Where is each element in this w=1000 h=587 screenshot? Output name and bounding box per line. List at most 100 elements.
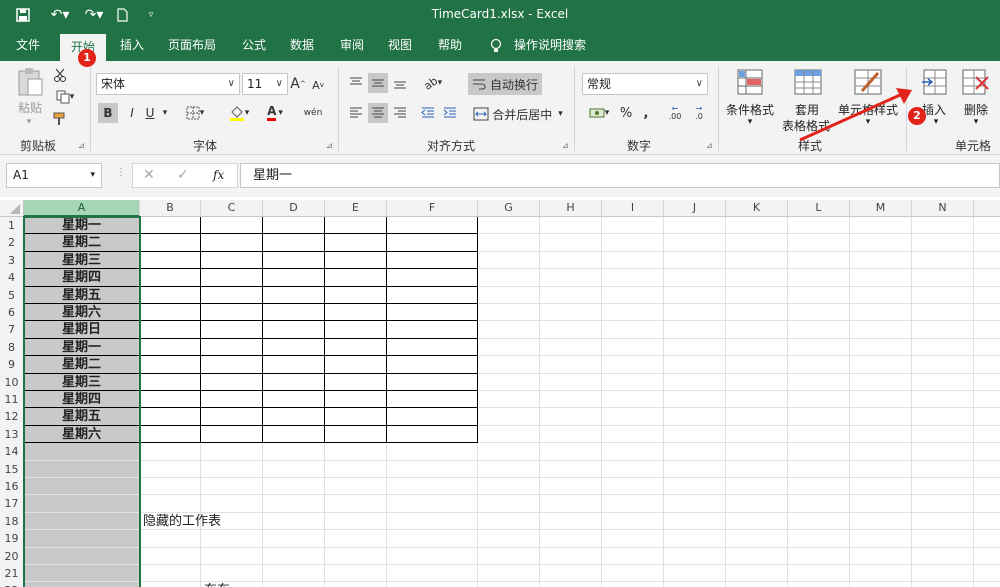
cell[interactable] bbox=[726, 547, 788, 565]
cell[interactable] bbox=[850, 565, 912, 583]
row-header[interactable]: 3 bbox=[0, 251, 24, 270]
cell-styles-button[interactable]: 单元格样式 bbox=[836, 101, 900, 118]
column-header[interactable]: D bbox=[263, 200, 325, 217]
cell[interactable] bbox=[478, 321, 540, 339]
cell[interactable] bbox=[478, 547, 540, 565]
row-header[interactable]: 21 bbox=[0, 565, 24, 583]
accounting-format-icon[interactable]: ▾ bbox=[584, 103, 614, 123]
cell[interactable] bbox=[974, 304, 1000, 322]
phonetic-guide-icon[interactable]: wén bbox=[298, 101, 328, 125]
cell[interactable] bbox=[387, 478, 478, 496]
cell[interactable] bbox=[850, 495, 912, 513]
cancel-icon[interactable]: ✕ bbox=[143, 167, 155, 183]
cell[interactable] bbox=[263, 269, 325, 287]
grow-font-button[interactable]: A ^ bbox=[290, 74, 306, 94]
tab-formulas[interactable]: 公式 bbox=[232, 30, 276, 61]
column-header[interactable]: H bbox=[540, 200, 602, 217]
cell[interactable] bbox=[478, 269, 540, 287]
cell[interactable] bbox=[664, 408, 726, 426]
cell[interactable] bbox=[478, 582, 540, 587]
cell[interactable] bbox=[850, 338, 912, 357]
cell[interactable] bbox=[850, 373, 912, 391]
more-options-icon[interactable]: ⋮ bbox=[116, 167, 126, 178]
cell[interactable] bbox=[478, 495, 540, 513]
cell[interactable] bbox=[788, 582, 850, 587]
cell[interactable] bbox=[726, 286, 788, 304]
cell[interactable] bbox=[912, 547, 974, 565]
align-top-icon[interactable] bbox=[346, 73, 366, 93]
cell[interactable] bbox=[912, 530, 974, 548]
cell[interactable] bbox=[325, 391, 387, 409]
cell[interactable] bbox=[664, 269, 726, 287]
cell[interactable] bbox=[325, 321, 387, 339]
row-header[interactable]: 15 bbox=[0, 460, 24, 478]
cell[interactable] bbox=[850, 547, 912, 565]
cell[interactable] bbox=[664, 304, 726, 322]
cell[interactable] bbox=[974, 495, 1000, 513]
cell[interactable] bbox=[974, 391, 1000, 409]
cell[interactable] bbox=[140, 286, 201, 304]
chevron-down-icon[interactable]: ▾ bbox=[740, 117, 760, 127]
cell[interactable] bbox=[540, 565, 602, 583]
cell[interactable] bbox=[788, 443, 850, 461]
cell[interactable] bbox=[664, 547, 726, 565]
cell[interactable] bbox=[788, 338, 850, 357]
cell[interactable] bbox=[664, 356, 726, 374]
cell[interactable] bbox=[325, 217, 387, 235]
cell[interactable] bbox=[664, 443, 726, 461]
cell-day[interactable] bbox=[24, 495, 140, 513]
cell-day[interactable] bbox=[24, 547, 140, 565]
cell[interactable] bbox=[387, 565, 478, 583]
cell[interactable] bbox=[140, 582, 201, 587]
column-header[interactable]: E bbox=[325, 200, 387, 217]
row-header[interactable]: 9 bbox=[0, 356, 24, 374]
cell[interactable] bbox=[201, 565, 263, 583]
cell[interactable] bbox=[387, 512, 478, 531]
borders-icon[interactable]: ▾ bbox=[180, 103, 210, 123]
cell[interactable] bbox=[540, 373, 602, 391]
clipboard-launcher-icon[interactable]: ⊿ bbox=[78, 141, 85, 150]
delete-button[interactable]: 删除 bbox=[956, 101, 996, 118]
cell[interactable] bbox=[478, 304, 540, 322]
cell[interactable] bbox=[325, 547, 387, 565]
cell[interactable] bbox=[602, 443, 664, 461]
tab-data[interactable]: 数据 bbox=[280, 30, 324, 61]
percent-button[interactable]: % bbox=[618, 103, 634, 123]
cell[interactable] bbox=[263, 391, 325, 409]
row-header[interactable]: 14 bbox=[0, 443, 24, 461]
align-right-icon[interactable] bbox=[390, 103, 410, 123]
cell[interactable] bbox=[478, 425, 540, 444]
cell[interactable] bbox=[912, 356, 974, 374]
cell[interactable] bbox=[540, 443, 602, 461]
cell[interactable] bbox=[850, 512, 912, 531]
cell[interactable] bbox=[664, 582, 726, 587]
tab-help[interactable]: 帮助 bbox=[428, 30, 472, 61]
cell[interactable] bbox=[478, 512, 540, 531]
cell[interactable] bbox=[540, 530, 602, 548]
cell[interactable] bbox=[788, 304, 850, 322]
cell[interactable] bbox=[788, 408, 850, 426]
cell[interactable] bbox=[850, 269, 912, 287]
cell[interactable] bbox=[140, 460, 201, 478]
cell[interactable] bbox=[387, 391, 478, 409]
row-header[interactable]: 2 bbox=[0, 234, 24, 252]
cell[interactable] bbox=[912, 217, 974, 235]
cell[interactable] bbox=[140, 321, 201, 339]
wrap-text-button[interactable]: 自动换行 bbox=[468, 73, 542, 95]
cell[interactable] bbox=[664, 425, 726, 444]
cell[interactable] bbox=[140, 425, 201, 444]
cell[interactable] bbox=[602, 495, 664, 513]
cell[interactable] bbox=[664, 217, 726, 235]
cut-icon[interactable] bbox=[50, 67, 70, 83]
cell[interactable] bbox=[726, 582, 788, 587]
cell[interactable] bbox=[912, 251, 974, 270]
font-launcher-icon[interactable]: ⊿ bbox=[326, 141, 333, 150]
number-launcher-icon[interactable]: ⊿ bbox=[706, 141, 713, 150]
cell[interactable] bbox=[263, 251, 325, 270]
cell[interactable] bbox=[387, 269, 478, 287]
bold-button[interactable]: B bbox=[98, 103, 118, 123]
cell[interactable] bbox=[325, 512, 387, 531]
number-format-combo[interactable]: 常规 ∨ bbox=[582, 73, 708, 95]
cell[interactable] bbox=[263, 356, 325, 374]
cell[interactable] bbox=[540, 251, 602, 270]
